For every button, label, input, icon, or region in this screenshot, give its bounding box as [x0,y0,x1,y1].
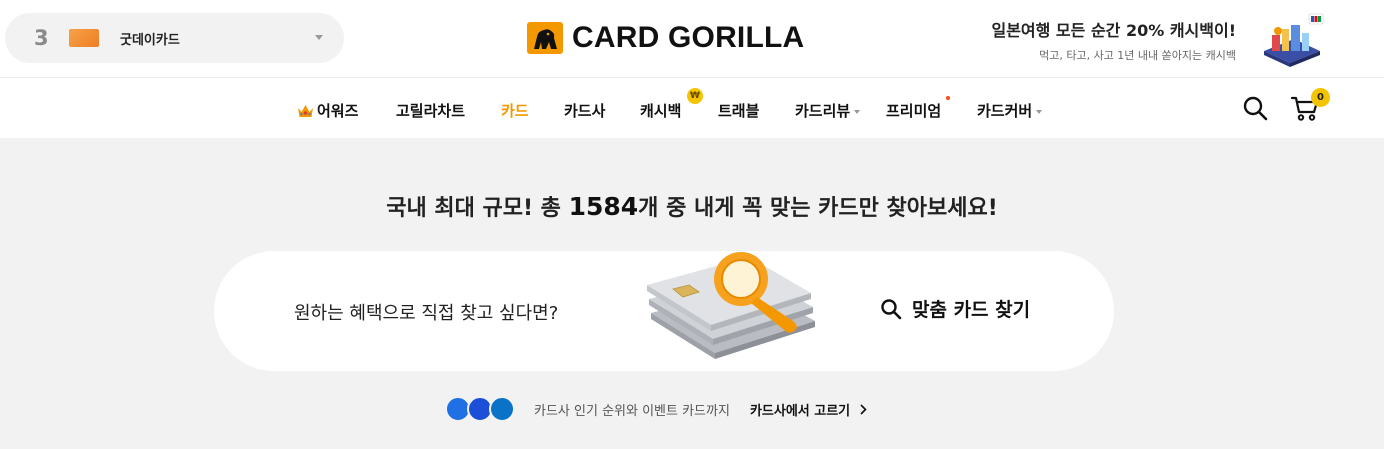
ranking-number: 3 [34,26,49,50]
chevron-down-icon[interactable] [315,35,323,40]
promo-title: 일본여행 모든 순간 20% 캐시백이! [991,21,1236,40]
main-nav: 어워즈 고릴라차트 카드 카드사 캐시백 ₩ 트래블 카드리뷰 프리미엄 카드커… [0,79,1384,138]
chevron-down-icon [854,109,861,114]
gorilla-logo-icon [527,22,563,54]
card-magnifier-illustration [647,252,815,359]
issuer-logos [445,394,517,424]
hero-section: 국내 최대 규모! 총 1584개 중 내게 꼭 맞는 카드만 찾아보세요! 원… [0,138,1384,449]
card-thumbnail [69,29,99,47]
nav-item-card[interactable]: 카드 [501,100,529,121]
hyundai-card-logo-icon [489,396,515,422]
nav-item-cashback[interactable]: 캐시백 [640,100,681,121]
crown-icon [298,105,313,117]
nav-item-card-review[interactable]: 카드리뷰 [795,100,861,121]
choose-by-issuer-link[interactable]: 카드사에서 고르기 [750,400,867,419]
nav-item-gorilla-chart[interactable]: 고릴라차트 [396,100,465,121]
travel-promo-image[interactable] [1258,13,1326,68]
issuer-link-label: 카드사에서 고르기 [749,403,851,419]
nav-item-card-company[interactable]: 카드사 [564,100,605,121]
hero-headline: 국내 최대 규모! 총 1584개 중 내게 꼭 맞는 카드만 찾아보세요! [0,190,1384,222]
search-icon[interactable] [1242,95,1268,121]
brand-name: CARD GORILLA [572,21,805,54]
card-finder-panel[interactable]: 원하는 혜택으로 직접 찾고 싶다면? 맞춤 카드 찾기 [214,251,1114,371]
nav-item-label: 카드리뷰 [795,102,851,120]
issuer-section: 카드사 인기 순위와 이벤트 카드까지 카드사에서 고르기 [445,394,867,424]
headline-suffix: 개 중 내게 꼭 맞는 카드만 찾아보세요! [638,196,998,221]
nav-item-label: 어워즈 [317,102,359,120]
search-icon [881,298,902,319]
ranking-ticker[interactable]: 3 굿데이카드 [5,13,344,63]
card-count: 1584 [568,192,639,221]
nav-item-travel[interactable]: 트래블 [718,100,759,121]
top-bar: 3 굿데이카드 CARD GORILLA 일본여행 모든 순간 20% 캐시백이… [0,0,1384,78]
issuer-description: 카드사 인기 순위와 이벤트 카드까지 [534,403,730,419]
nav-item-label: 카드커버 [977,102,1033,120]
headline-prefix: 국내 최대 규모! 총 [386,196,569,221]
custom-card-finder-button[interactable]: 맞춤 카드 찾기 [880,295,1030,322]
won-badge-icon: ₩ [687,88,703,104]
finder-prompt: 원하는 혜택으로 직접 찾고 싶다면? [294,303,559,324]
promo-banner[interactable]: 일본여행 모든 순간 20% 캐시백이! 먹고, 타고, 사고 1년 내내 쏟아… [991,17,1236,63]
chevron-down-icon [1036,109,1043,114]
nav-item-awards[interactable]: 어워즈 [297,100,358,121]
nav-item-card-cover[interactable]: 카드커버 [977,100,1043,121]
chevron-right-icon [860,403,867,415]
finder-cta-label: 맞춤 카드 찾기 [912,299,1031,321]
brand-logo[interactable]: CARD GORILLA [527,21,805,54]
promo-subtitle: 먹고, 타고, 사고 1년 내내 쏟아지는 캐시백 [1039,49,1236,62]
nav-item-premium[interactable]: 프리미엄 [886,100,941,121]
cart-count-badge: 0 [1311,88,1330,107]
new-indicator-dot [946,96,950,100]
ranking-card-name: 굿데이카드 [120,32,180,48]
